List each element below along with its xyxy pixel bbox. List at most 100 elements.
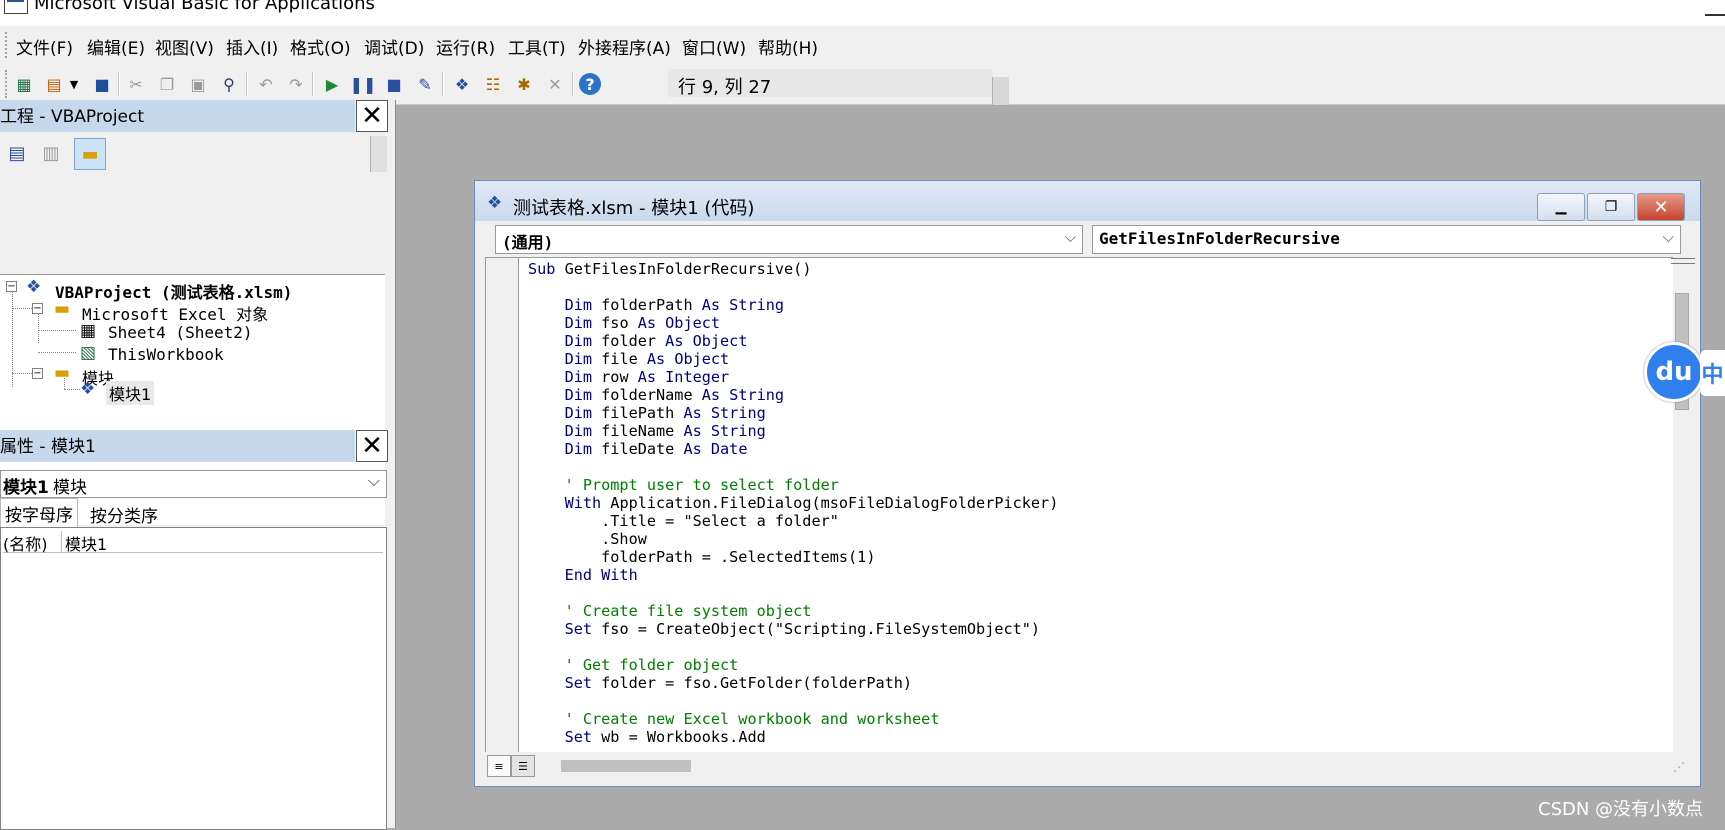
code-line[interactable]	[528, 584, 1058, 602]
du-badge[interactable]: du	[1644, 342, 1704, 402]
restore-button[interactable]: ❐	[1587, 193, 1635, 221]
code-margin[interactable]	[486, 258, 519, 753]
resize-grip[interactable]: ⋰	[1673, 760, 1685, 774]
save-icon[interactable]: ■	[90, 73, 114, 95]
code-line[interactable]	[528, 692, 1058, 710]
menubar-grip[interactable]	[5, 32, 10, 58]
code-line[interactable]: folderPath = .SelectedItems(1)	[528, 548, 1058, 566]
menu-file[interactable]: 文件(F)	[14, 34, 75, 59]
procedure-view-icon[interactable]: ≡	[487, 755, 511, 777]
code-line[interactable]: ' Create new Excel workbook and workshee…	[528, 710, 1058, 728]
minimize-button[interactable]	[1705, 0, 1725, 16]
code-line[interactable]: Dim fileDate As Date	[528, 440, 1058, 458]
project-explorer-icon[interactable]: ❖	[450, 73, 474, 95]
toolbox-icon[interactable]: ✕	[543, 73, 567, 95]
property-value[interactable]: 模块1	[65, 531, 107, 555]
menu-tools[interactable]: 工具(T)	[506, 34, 568, 59]
cut-icon[interactable]: ✂	[124, 73, 148, 95]
paste-icon[interactable]: ▣	[186, 73, 210, 95]
tree-module[interactable]: 模块1	[106, 381, 155, 405]
object-browser-icon[interactable]: ✱	[512, 73, 536, 95]
menu-addins[interactable]: 外接程序(A)	[576, 34, 673, 59]
tree-workbook[interactable]: ThisWorkbook	[108, 345, 224, 364]
properties-object-select[interactable]: 模块1 模块 ⌵	[0, 470, 387, 498]
tab-alphabetic[interactable]: 按字母序	[0, 498, 78, 529]
menu-insert[interactable]: 插入(I)	[224, 34, 280, 59]
minimize-button[interactable]: ▁	[1537, 193, 1585, 221]
code-line[interactable]: Set folder = fso.GetFolder(folderPath)	[528, 674, 1058, 692]
reset-icon[interactable]: ■	[382, 73, 406, 95]
code-line[interactable]: Dim folderName As String	[528, 386, 1058, 404]
code-line[interactable]: ' Create file system object	[528, 602, 1058, 620]
code-line[interactable]: Set wb = Workbooks.Add	[528, 728, 1058, 746]
code-line[interactable]	[528, 458, 1058, 476]
close-button[interactable]: ✕	[1637, 193, 1685, 221]
split-bar[interactable]	[1671, 258, 1695, 264]
tree-expander[interactable]: −	[6, 281, 17, 292]
copy-icon[interactable]: ❐	[155, 73, 179, 95]
help-icon[interactable]: ?	[579, 73, 601, 95]
code-line[interactable]: Dim fso As Object	[528, 314, 1058, 332]
tree-expander[interactable]: −	[32, 368, 43, 379]
ime-tab[interactable]: 中	[1700, 350, 1725, 396]
find-icon[interactable]: ⚲	[217, 73, 241, 95]
vba-app-icon	[4, 0, 28, 14]
view-code-icon[interactable]: ▤	[2, 138, 32, 168]
code-line[interactable]: Set fso = CreateObject("Scripting.FileSy…	[528, 620, 1058, 638]
menu-help[interactable]: 帮助(H)	[756, 34, 820, 59]
properties-icon[interactable]: ☷	[481, 73, 505, 95]
code-line[interactable]: Dim folder As Object	[528, 332, 1058, 350]
code-line[interactable]	[528, 278, 1058, 296]
horizontal-scrollbar[interactable]: ≡ ☰ ⋰	[485, 752, 1691, 778]
tree-project-root[interactable]: VBAProject (测试表格.xlsm)	[55, 279, 292, 303]
full-module-view-icon[interactable]: ☰	[511, 755, 535, 777]
object-combo[interactable]: (通用) ⌵	[495, 225, 1083, 254]
code-line[interactable]: With Application.FileDialog(msoFileDialo…	[528, 494, 1059, 512]
undo-icon[interactable]: ↶	[254, 73, 278, 95]
code-editor[interactable]: Sub GetFilesInFolderRecursive() Dim fold…	[485, 257, 1675, 754]
procedure-combo[interactable]: GetFilesInFolderRecursive ⌵	[1092, 225, 1681, 254]
design-mode-icon[interactable]: ✎	[413, 73, 437, 95]
object-type: 模块	[53, 478, 87, 498]
chevron-down-icon[interactable]: ▼	[66, 73, 82, 95]
horizontal-scroll-thumb[interactable]	[561, 760, 691, 772]
code-line[interactable]: Dim file As Object	[528, 350, 1058, 368]
project-pane-scrollbar[interactable]	[370, 136, 387, 172]
close-icon[interactable]: ✕	[356, 100, 388, 132]
code-text[interactable]: Sub GetFilesInFolderRecursive() Dim fold…	[528, 260, 1058, 746]
toolbar-options-dropdown[interactable]	[992, 77, 1009, 105]
code-line[interactable]: Dim filePath As String	[528, 404, 1058, 422]
insert-module-icon[interactable]: ▤	[42, 73, 66, 95]
run-icon[interactable]: ▶	[320, 73, 344, 95]
properties-row[interactable]: (名称) 模块1	[3, 530, 383, 555]
code-line[interactable]: .Title = "Select a folder"	[528, 512, 1058, 530]
toolbar-grip[interactable]	[5, 70, 10, 98]
tab-categorized[interactable]: 按分类序	[86, 500, 162, 530]
tree-excel-objects[interactable]: Microsoft Excel 对象	[82, 301, 268, 325]
code-line[interactable]: Dim fileName As String	[528, 422, 1058, 440]
view-object-icon[interactable]: ▥	[36, 138, 66, 168]
code-line[interactable]: ' Prompt user to select folder	[528, 476, 1058, 494]
menu-window[interactable]: 窗口(W)	[680, 34, 748, 59]
break-icon[interactable]: ❚❚	[350, 73, 377, 95]
code-line[interactable]: Sub GetFilesInFolderRecursive()	[528, 260, 1058, 278]
code-window: ❖ 测试表格.xlsm - 模块1 (代码) ▁ ❐ ✕ (通用) ⌵ GetF…	[474, 180, 1701, 787]
code-window-titlebar[interactable]: ❖ 测试表格.xlsm - 模块1 (代码) ▁ ❐ ✕	[475, 181, 1700, 221]
excel-view-icon[interactable]: ▦	[12, 73, 36, 95]
menu-run[interactable]: 运行(R)	[434, 34, 497, 59]
toggle-folders-icon[interactable]: ▬	[74, 138, 106, 170]
code-line[interactable]: Dim folderPath As String	[528, 296, 1058, 314]
redo-icon[interactable]: ↷	[284, 73, 308, 95]
menu-view[interactable]: 视图(V)	[153, 34, 216, 59]
code-line[interactable]: ' Get folder object	[528, 656, 1058, 674]
menu-debug[interactable]: 调试(D)	[362, 34, 426, 59]
close-icon[interactable]: ✕	[356, 430, 388, 462]
tree-sheet[interactable]: Sheet4 (Sheet2)	[108, 323, 253, 342]
tree-expander[interactable]: −	[32, 303, 43, 314]
code-line[interactable]: Dim row As Integer	[528, 368, 1058, 386]
code-line[interactable]: End With	[528, 566, 1058, 584]
menu-format[interactable]: 格式(O)	[288, 34, 353, 59]
menu-edit[interactable]: 编辑(E)	[85, 34, 147, 59]
code-line[interactable]	[528, 638, 1058, 656]
code-line[interactable]: .Show	[528, 530, 1058, 548]
